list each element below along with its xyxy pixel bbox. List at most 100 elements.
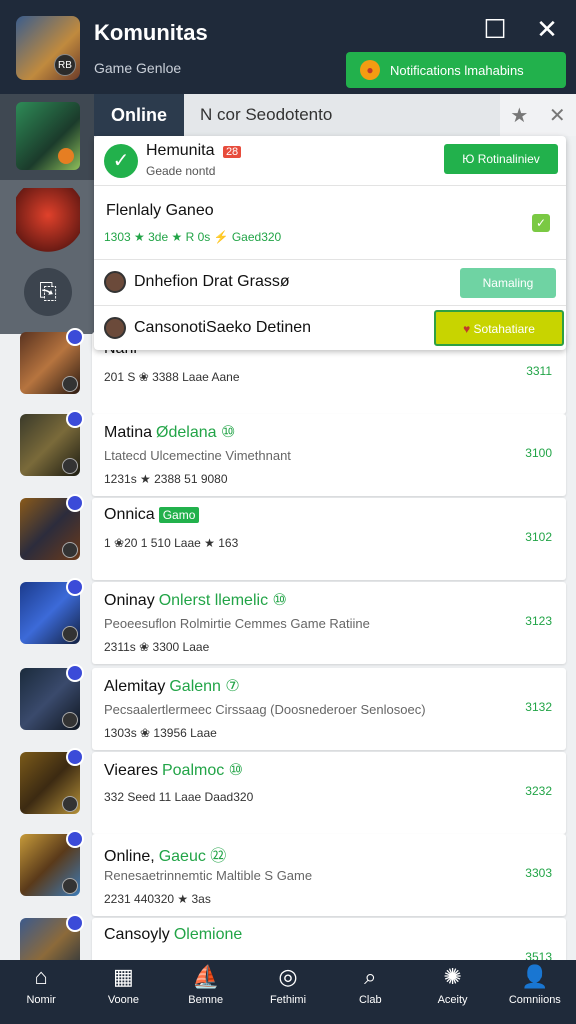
nav-item-nomir[interactable]: ⌂ Nomir <box>0 960 82 1024</box>
tab-bar: Online N cor Seodotento ★ ✕ <box>94 94 576 136</box>
user-avatar <box>104 271 126 293</box>
list-item[interactable]: Onnica Gamo 1 ❀20 1 510 Laae ★ 163 3102 <box>0 494 576 580</box>
nav-label: Clab <box>358 994 382 1006</box>
nav-item-comniions[interactable]: 👤 Comniions <box>494 960 576 1024</box>
status-dot-icon <box>58 148 74 164</box>
item-count: 3123 <box>525 614 552 628</box>
bottom-nav: ⌂ Nomir ▦ Voone ⛵ Bemne ◎ Fethimi ⌕ Clab ✺ Aceity 👤 C… <box>0 960 576 1024</box>
item-meta: 201 S ❀ 3388 Laae Aane <box>104 370 240 384</box>
popup-row-2[interactable]: Flenlaly Ganeo 1303 ★ 3de ★ R 0s ⚡ Gaed3… <box>94 186 566 260</box>
search-icon: ⌕ <box>364 964 377 989</box>
game-thumbnail <box>20 748 84 814</box>
tab-online[interactable]: Online <box>94 94 184 136</box>
list-card[interactable]: Matina Ødelana ⑩ Ltatecd Ulcemectine Vimet… <box>92 414 566 496</box>
popup-card: ✓ Hemunita 28 Geade nontd Ю Rotinaliniev… <box>94 136 566 350</box>
popup-row1-sub: Geade nontd <box>146 164 216 178</box>
item-title: Matina Ødelana ⑩ <box>104 424 236 441</box>
nav-label: Nomir <box>26 994 56 1006</box>
item-title: Onnica Gamo <box>104 506 200 524</box>
close-tab-icon[interactable]: ✕ <box>549 103 566 128</box>
list-card[interactable]: Vieares Poalmoc ⑩ 332 Seed 11 Laae Daad320… <box>92 752 566 834</box>
rail-item-1[interactable] <box>0 94 94 180</box>
activity-icon: ✺ <box>443 964 462 989</box>
nav-item-aceity[interactable]: ✺ Aceity <box>411 960 493 1024</box>
item-meta: 332 Seed 11 Laae Daad320 <box>104 790 254 804</box>
item-tag: Gaeuc ㉒ <box>158 848 227 865</box>
level-badge-icon <box>62 542 78 558</box>
star-icon[interactable]: ★ <box>510 103 528 128</box>
game-thumbnail <box>20 578 84 644</box>
list-card[interactable]: Alemitay Galenn ⑦ Pecsaalertlermeec Cirssa… <box>92 668 566 750</box>
online-badge-icon <box>66 748 84 766</box>
item-meta: 1231s ★ 2388 51 9080 <box>104 472 228 486</box>
list-item[interactable]: Oninay Onlerst llemelic ⑩ Peoeesuflon Rolm… <box>0 578 576 664</box>
nav-item-fethimi[interactable]: ◎ Fethimi <box>247 960 329 1024</box>
user-avatar <box>104 317 126 339</box>
item-tag: Olemione <box>173 926 243 943</box>
boat-icon: ⛵ <box>192 964 220 989</box>
list-item[interactable]: Alemitay Galenn ⑦ Pecsaalertlermeec Cirssa… <box>0 664 576 750</box>
item-meta: 2231 440320 ★ 3as <box>104 892 211 906</box>
person-icon: 👤 <box>521 964 549 989</box>
nav-label: Aceity <box>437 994 468 1006</box>
game-thumbnail <box>20 830 84 896</box>
online-badge-icon <box>66 328 84 346</box>
item-title: Vieares Poalmoc ⑩ <box>104 762 244 779</box>
popup-row4-title: CansonotiSaeko Detinen <box>134 319 312 336</box>
top-header: RB Komunitas Game Genloe ☐ ✕ ● Notificat… <box>0 0 576 94</box>
nav-label: Fethimi <box>269 994 307 1006</box>
item-description: Ltatecd Ulcemectine Vimethnant <box>104 448 291 463</box>
community-avatar[interactable]: RB <box>16 16 80 80</box>
list-item[interactable]: Matina Ødelana ⑩ Ltatecd Ulcemectine Vimet… <box>0 410 576 496</box>
item-meta: 1 ❀20 1 510 Laae ★ 163 <box>104 536 239 550</box>
list-card[interactable]: Online, Gaeuc ㉒ Renesaetrinnemtic Maltible… <box>92 834 566 916</box>
game-thumbnail <box>20 328 84 394</box>
nav-label: Comniions <box>508 994 561 1006</box>
level-badge-icon <box>62 796 78 812</box>
popup-row1-badge: 28 <box>222 146 242 158</box>
item-count: 3303 <box>525 866 552 880</box>
popup-row-3[interactable]: Dnhefion Drat Grassø Namaling <box>94 260 566 306</box>
online-badge-icon <box>66 664 84 682</box>
document-icon[interactable]: ⎘ <box>24 268 72 316</box>
list-item[interactable]: Online, Gaeuc ㉒ Renesaetrinnemtic Maltible… <box>0 830 576 916</box>
level-badge-icon <box>62 712 78 728</box>
target-icon: ◎ <box>278 964 298 989</box>
tab-second[interactable]: N cor Seodotento <box>200 94 332 136</box>
item-meta: 2311s ❀ 3300 Laae <box>104 640 210 654</box>
popup-row-1[interactable]: ✓ Hemunita 28 Geade nontd Ю Rotinaliniev <box>94 136 566 186</box>
item-count: 3100 <box>525 446 552 460</box>
check-icon: ✓ <box>104 144 138 178</box>
popup-row1-button[interactable]: Ю Rotinaliniev <box>444 144 558 174</box>
item-count: 3311 <box>526 364 552 378</box>
list-item[interactable]: Vieares Poalmoc ⑩ 332 Seed 11 Laae Daad320… <box>0 748 576 834</box>
checkbox-icon[interactable]: ✓ <box>532 214 550 232</box>
list-card[interactable]: Oninay Onlerst llemelic ⑩ Peoeesuflon Rolm… <box>92 582 566 664</box>
item-count: 3102 <box>525 530 552 544</box>
notifications-button[interactable]: ● Notifications lmahabins <box>346 52 566 88</box>
page-title: Komunitas <box>94 20 208 45</box>
item-count: 3132 <box>525 700 552 714</box>
item-tag: Poalmoc ⑩ <box>161 762 244 779</box>
level-badge-icon <box>62 458 78 474</box>
nav-item-bemne[interactable]: ⛵ Bemne <box>165 960 247 1024</box>
notifications-label: Notifications lmahabins <box>390 62 524 78</box>
maximize-icon[interactable]: ☐ <box>480 14 510 44</box>
item-tag: Galenn ⑦ <box>169 678 240 695</box>
game-thumbnail <box>20 410 84 476</box>
nav-item-voone[interactable]: ▦ Voone <box>82 960 164 1024</box>
nav-item-clab[interactable]: ⌕ Clab <box>329 960 411 1024</box>
popup-row1-title: Hemunita 28 <box>146 142 242 160</box>
item-count: 3232 <box>525 784 552 798</box>
nav-label: Bemne <box>188 994 224 1006</box>
popup-row-4[interactable]: CansonotiSaeko Detinen ♥ Sotahatiare <box>94 306 566 350</box>
item-tag: Onlerst llemelic ⑩ <box>158 592 287 609</box>
popup-row4-button[interactable]: ♥ Sotahatiare <box>434 310 564 346</box>
list-card[interactable]: Onnica Gamo 1 ❀20 1 510 Laae ★ 163 3102 <box>92 498 566 580</box>
heart-check-icon: ♥ <box>463 322 471 336</box>
rail-item-2[interactable] <box>0 180 94 266</box>
popup-row3-button[interactable]: Namaling <box>460 268 556 298</box>
close-icon[interactable]: ✕ <box>532 14 562 44</box>
game-thumbnail <box>20 494 84 560</box>
notification-icon: ● <box>360 60 380 80</box>
